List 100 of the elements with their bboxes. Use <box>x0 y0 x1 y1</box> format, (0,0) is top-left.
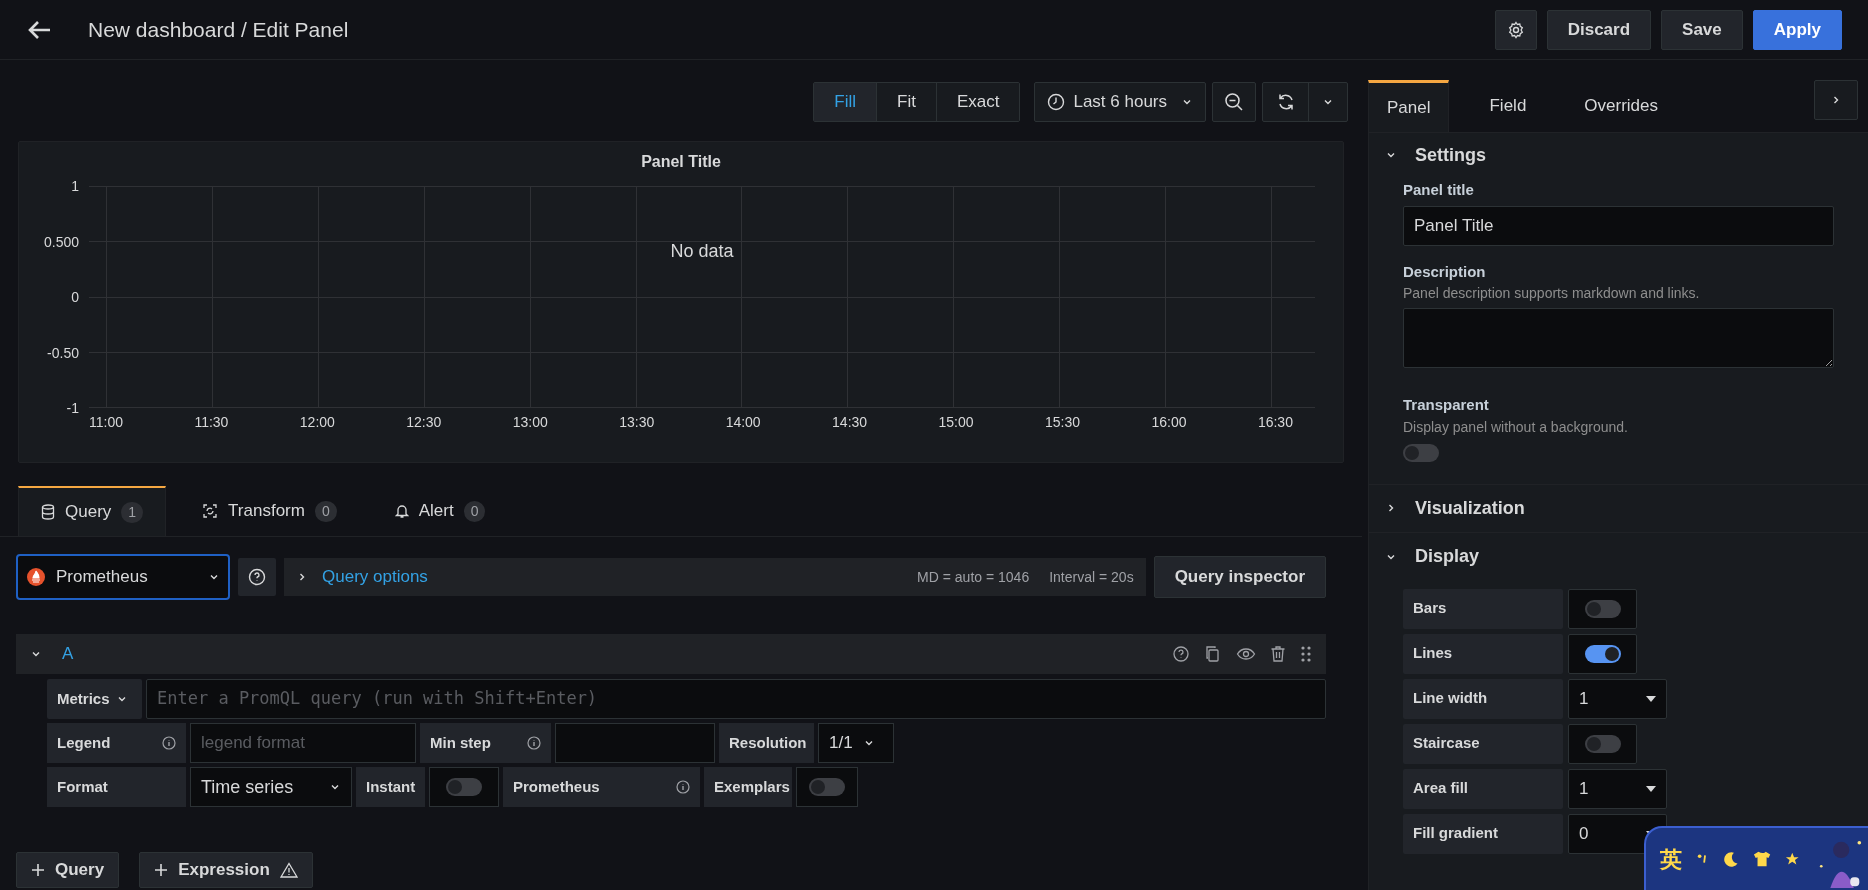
resolution-select[interactable]: 1/1 <box>818 723 894 763</box>
query-tab[interactable]: Query 1 <box>18 486 167 536</box>
field-label: Panel title <box>1403 180 1475 200</box>
moon-icon[interactable] <box>1722 850 1739 868</box>
database-icon <box>41 504 55 520</box>
toggle-switch[interactable] <box>809 778 845 796</box>
min-step-input[interactable] <box>555 723 715 763</box>
transform-icon <box>202 503 219 519</box>
plus-icon <box>154 863 169 877</box>
bell-icon <box>394 503 409 519</box>
format-select[interactable]: Time series <box>190 767 352 807</box>
query-inspector-button[interactable]: Query inspector <box>1153 556 1326 598</box>
axis-label: -0.50 <box>47 345 79 360</box>
option-label: Bars <box>1413 598 1447 619</box>
apply-button[interactable]: Apply <box>1752 9 1842 50</box>
options-tab[interactable]: Field <box>1471 80 1545 132</box>
settings-icon <box>1506 20 1525 39</box>
query-ref-label: A <box>62 643 74 666</box>
no-data-message: No data <box>670 240 734 263</box>
axis-label: 12:30 <box>406 413 442 432</box>
view-mode-button[interactable]: Exact <box>936 82 1020 121</box>
shirt-icon[interactable] <box>1753 850 1772 868</box>
option-select[interactable]: 1 <box>1568 678 1667 719</box>
zoom-out-button[interactable] <box>1212 81 1256 122</box>
clock-icon <box>1047 92 1066 111</box>
options-tab[interactable]: Panel <box>1368 80 1450 132</box>
section-header[interactable]: Settings <box>1369 133 1868 177</box>
field-label: Prometheus <box>513 776 600 797</box>
query-tab[interactable]: Alert 0 <box>372 486 508 536</box>
caret-icon <box>1646 695 1656 702</box>
datasource-select[interactable]: Prometheus <box>16 554 230 600</box>
count-badge: 0 <box>314 500 337 522</box>
option-label: Fill gradient <box>1413 823 1498 844</box>
toggle-switch[interactable] <box>1584 599 1621 618</box>
toolbar-button[interactable]: Save <box>1661 9 1743 50</box>
axis-label: 12:00 <box>299 413 335 432</box>
option-select[interactable]: 1 <box>1568 768 1667 809</box>
toggle-switch[interactable] <box>1403 443 1439 462</box>
axis-label: 15:30 <box>1045 413 1081 432</box>
toggle-switch[interactable] <box>1584 644 1621 663</box>
star-icon[interactable] <box>1785 851 1800 867</box>
axis-label: 13:30 <box>619 413 655 432</box>
field-label: Description <box>1403 261 1487 282</box>
field-label: Min step <box>430 732 491 753</box>
axis-label: 11:00 <box>89 413 123 432</box>
axis-label: 13:00 <box>512 413 548 432</box>
panel-title: Panel Title <box>640 152 722 172</box>
axis-label: 16:30 <box>1257 413 1293 432</box>
field-label: Instant <box>366 776 416 797</box>
view-mode-button[interactable]: Fill <box>814 82 877 121</box>
help-icon[interactable] <box>1172 645 1190 663</box>
description-input[interactable] <box>1403 308 1834 368</box>
caret-icon <box>1646 785 1656 792</box>
query-options-link[interactable]: Query options <box>322 564 428 590</box>
warning-icon <box>279 862 298 878</box>
copy-icon[interactable] <box>1204 645 1222 663</box>
info-icon <box>527 736 541 750</box>
option-label: Staircase <box>1413 733 1480 754</box>
panel-title-input[interactable]: Panel Title <box>1403 205 1834 246</box>
section-header[interactable]: Display <box>1369 532 1868 581</box>
view-mode-button[interactable]: Fit <box>877 82 937 121</box>
add-button[interactable]: Expression <box>139 852 313 888</box>
help-icon <box>248 568 266 586</box>
options-tab[interactable]: Overrides <box>1566 80 1677 132</box>
section-header[interactable]: Visualization <box>1369 484 1868 533</box>
option-label: Line width <box>1413 688 1488 709</box>
plus-icon <box>31 863 45 877</box>
field-hint: Panel description supports markdown and links. <box>1403 284 1701 303</box>
settings-button[interactable] <box>1494 9 1537 50</box>
add-button[interactable]: Query <box>16 852 120 888</box>
flame-logo-icon <box>26 567 46 587</box>
query-options-bar[interactable]: Query options MD = auto = 1046 Interval = 20s <box>284 558 1146 596</box>
axis-label: 15:00 <box>938 413 974 432</box>
count-badge: 0 <box>463 500 486 522</box>
axis-label: 14:00 <box>725 413 761 432</box>
toggle-switch[interactable] <box>1584 734 1621 753</box>
toggle-switch[interactable] <box>446 778 482 796</box>
axis-label: 16:00 <box>1151 413 1187 432</box>
toolbar-button[interactable]: Discard <box>1546 9 1652 50</box>
metrics-dropdown[interactable]: Metrics <box>47 679 142 719</box>
axis-label: 0.500 <box>43 234 79 249</box>
query-input[interactable]: Enter a PromQL query (run with Shift+Enter) <box>146 679 1326 719</box>
option-label: Lines <box>1413 643 1453 664</box>
query-tab[interactable]: Transform 0 <box>180 486 359 536</box>
interval-text: Interval = 20s <box>1049 567 1134 587</box>
eye-icon[interactable] <box>1236 645 1256 663</box>
field-hint: Display panel without a background. <box>1403 417 1629 437</box>
axis-label: 11:30 <box>194 413 229 432</box>
field-label: Legend <box>57 732 111 753</box>
count-badge: 1 <box>121 501 144 523</box>
zoom-out-icon <box>1224 91 1244 112</box>
axis-label: 0 <box>71 290 79 304</box>
field-label: Resolution <box>729 732 807 753</box>
trash-icon[interactable] <box>1270 645 1286 663</box>
back-arrow-icon[interactable] <box>26 18 52 41</box>
field-label: Transparent <box>1403 395 1490 415</box>
legend-input[interactable]: legend format <box>190 723 416 763</box>
time-range-picker[interactable]: Last 6 hours <box>1034 81 1206 122</box>
drag-handle-icon[interactable] <box>1300 645 1312 663</box>
help-button[interactable] <box>238 558 276 596</box>
